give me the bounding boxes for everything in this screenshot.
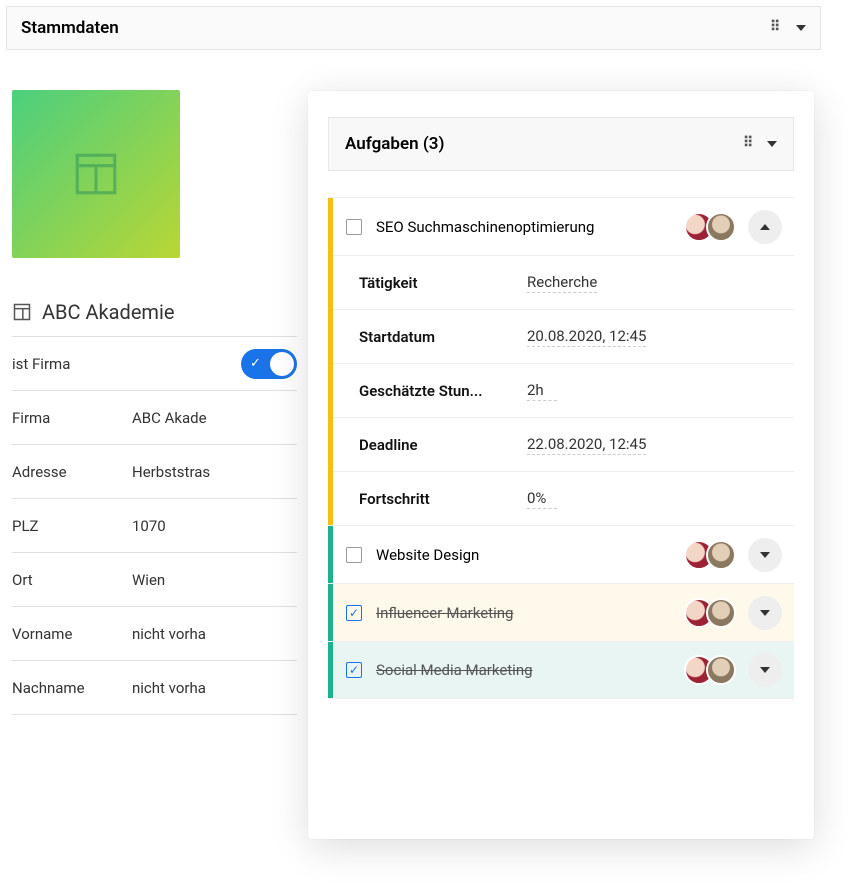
avatar [706,598,736,628]
task-title[interactable]: Influencer-Marketing [376,604,684,622]
field-value[interactable]: nicht vorha [132,625,206,643]
expand-button[interactable] [748,538,782,572]
task-checkbox[interactable] [346,219,362,235]
chevron-down-icon [760,552,770,558]
task-title[interactable]: Website Design [376,546,684,564]
drag-icon[interactable] [770,22,782,34]
chevron-down-icon[interactable] [796,25,806,31]
field-label: Vorname [12,625,132,643]
task-checkbox[interactable] [346,547,362,563]
chevron-up-icon [760,224,770,230]
assignee-avatars[interactable] [684,212,736,242]
field-row-nachname: Nachname nicht vorha [12,661,297,715]
assignee-avatars[interactable] [684,540,736,570]
avatar [706,540,736,570]
priority-stripe [328,584,333,641]
building-logo-icon [71,149,121,199]
stammdaten-left-column: ABC Akademie ist Firma ✓ Firma ABC Akade… [12,90,297,715]
detail-value[interactable]: 0% [527,489,557,509]
expand-button[interactable] [748,653,782,687]
assignee-avatars[interactable] [684,598,736,628]
detail-value[interactable]: 2h [527,381,557,401]
field-label: ist Firma [12,355,132,373]
check-icon: ✓ [250,356,261,371]
detail-row: Tätigkeit Recherche [333,255,794,309]
task-row: ✓ Social Media Marketing [328,641,794,699]
collapse-button[interactable] [748,210,782,244]
header-title: Stammdaten [21,18,119,38]
detail-row: Startdatum 20.08.2020, 12:45 [333,309,794,363]
detail-row: Fortschritt 0% [333,471,794,525]
task-title[interactable]: Social Media Marketing [376,661,684,679]
task-row: ✓ Influencer-Marketing [328,583,794,641]
stammdaten-header: Stammdaten [6,6,821,50]
field-row-ist-firma: ist Firma ✓ [12,337,297,391]
field-row-plz: PLZ 1070 [12,499,297,553]
aufgaben-header: Aufgaben (3) [328,117,794,171]
tasks-list: SEO Suchmaschinenoptimierung Tätigkeit R… [328,197,794,699]
assignee-avatars[interactable] [684,655,736,685]
field-label: PLZ [12,517,132,535]
task-details: Tätigkeit Recherche Startdatum 20.08.202… [328,255,794,525]
detail-label: Tätigkeit [359,274,527,292]
task-checkbox[interactable]: ✓ [346,662,362,678]
building-icon [12,302,32,322]
avatar [706,212,736,242]
field-row-firma: Firma ABC Akade [12,391,297,445]
field-label: Adresse [12,463,132,481]
detail-row: Deadline 22.08.2020, 12:45 [333,417,794,471]
detail-value[interactable]: Recherche [527,273,597,293]
field-label: Ort [12,571,132,589]
company-avatar [12,90,180,258]
field-value[interactable]: Wien [132,571,165,589]
detail-label: Startdatum [359,328,527,346]
company-name: ABC Akademie [42,300,174,324]
task-row: SEO Suchmaschinenoptimierung [328,197,794,255]
field-value[interactable]: Herbststras [132,463,210,481]
company-name-row: ABC Akademie [12,300,297,337]
task-checkbox[interactable]: ✓ [346,605,362,621]
priority-stripe [328,198,333,255]
ist-firma-toggle[interactable]: ✓ [241,349,297,379]
detail-value[interactable]: 22.08.2020, 12:45 [527,435,646,455]
field-value[interactable]: ABC Akade [132,409,207,427]
field-label: Nachname [12,679,132,697]
task-row: Website Design [328,525,794,583]
task-title[interactable]: SEO Suchmaschinenoptimierung [376,218,684,236]
field-row-vorname: Vorname nicht vorha [12,607,297,661]
field-label: Firma [12,409,132,427]
chevron-down-icon [760,610,770,616]
detail-value[interactable]: 20.08.2020, 12:45 [527,327,646,347]
priority-stripe [328,526,333,583]
detail-label: Geschätzte Stun... [359,382,527,400]
toggle-knob [270,352,294,376]
avatar [706,655,736,685]
expand-button[interactable] [748,596,782,630]
priority-stripe [328,642,333,698]
detail-label: Deadline [359,436,527,454]
detail-row: Geschätzte Stun... 2h [333,363,794,417]
field-value[interactable]: 1070 [132,517,166,535]
chevron-down-icon[interactable] [767,141,777,147]
field-row-ort: Ort Wien [12,553,297,607]
drag-icon[interactable] [743,138,755,150]
chevron-down-icon [760,667,770,673]
field-value[interactable]: nicht vorha [132,679,206,697]
panel-title: Aufgaben (3) [345,134,444,154]
detail-label: Fortschritt [359,490,527,508]
aufgaben-panel: Aufgaben (3) SEO Suchmaschinenoptimierun… [308,91,814,839]
field-row-adresse: Adresse Herbststras [12,445,297,499]
